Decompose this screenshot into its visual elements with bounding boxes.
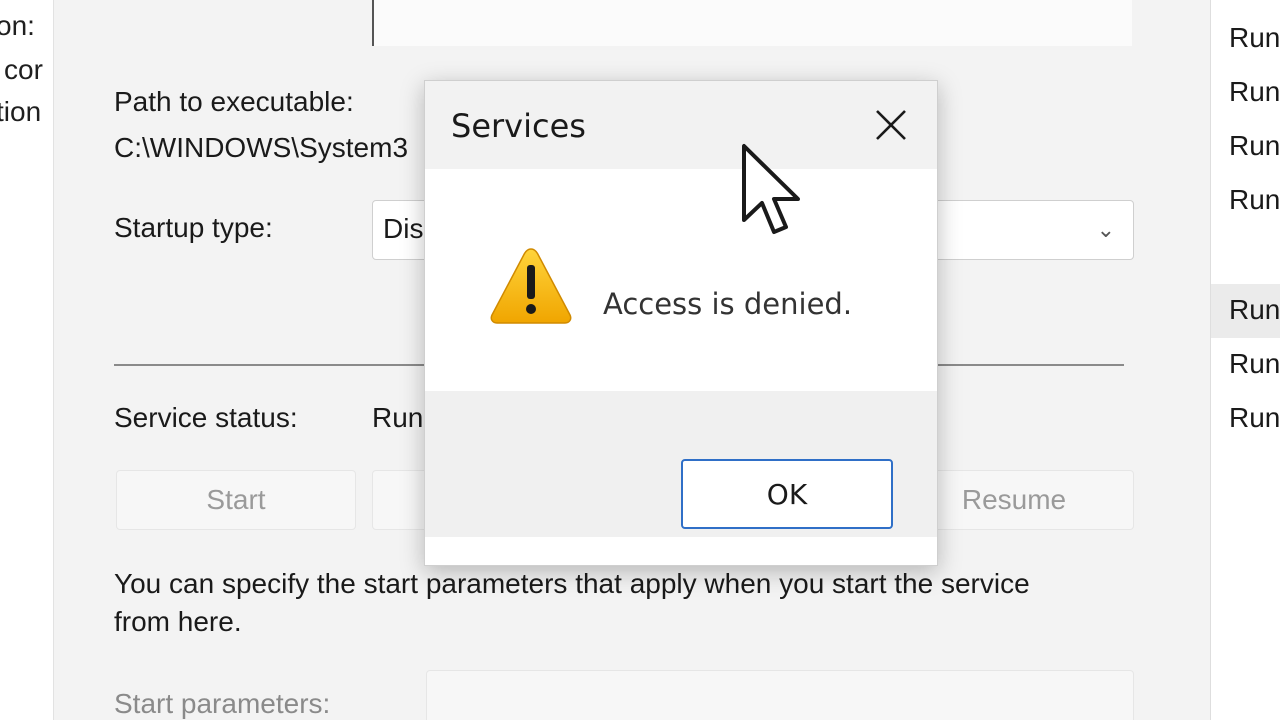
description-fragment: on:	[0, 10, 35, 41]
description-strip: on: cor tion	[0, 0, 54, 720]
start-params-label: Start parameters:	[114, 688, 331, 719]
start-button[interactable]: Start	[116, 470, 356, 530]
status-column: Run Run Run Run Run Run Run	[1210, 0, 1280, 720]
dialog-message: Access is denied.	[603, 287, 853, 321]
startup-type-label: Startup type:	[114, 212, 273, 243]
status-cell[interactable]: Run	[1229, 402, 1280, 434]
dialog-title: Services	[451, 107, 586, 145]
description-field[interactable]	[372, 0, 1132, 46]
status-cell[interactable]: Run	[1229, 348, 1280, 380]
startup-type-value: Dis	[383, 213, 424, 244]
status-cell[interactable]: Run	[1229, 130, 1280, 162]
dialog-titlebar[interactable]: Services	[425, 81, 937, 169]
warning-icon	[489, 245, 573, 325]
description-fragment: tion	[0, 96, 42, 127]
start-params-help-line-2: from here.	[114, 606, 242, 637]
start-params-input[interactable]	[426, 670, 1134, 720]
start-params-help: You can specify the start parameters tha…	[114, 568, 1030, 599]
status-cell[interactable]: Run	[1229, 76, 1280, 108]
chevron-down-icon: ⌄	[1096, 217, 1115, 242]
close-icon[interactable]	[871, 105, 911, 145]
service-status-value: Run	[372, 402, 424, 433]
description-fragment: cor	[4, 54, 43, 85]
mouse-cursor-icon	[740, 142, 804, 238]
path-value: C:\WINDOWS\System3	[114, 132, 409, 163]
dialog-body: Access is denied.	[425, 169, 937, 391]
ok-button[interactable]: OK	[681, 459, 893, 529]
status-cell[interactable]: Run	[1229, 22, 1280, 54]
status-cell[interactable]: Run	[1229, 294, 1280, 326]
status-cell[interactable]: Run	[1229, 184, 1280, 216]
service-status-label: Service status:	[114, 402, 298, 433]
path-label: Path to executable:	[114, 86, 354, 117]
dialog-footer: OK	[425, 391, 937, 537]
access-denied-dialog: Services Access is denied. OK	[424, 80, 938, 566]
